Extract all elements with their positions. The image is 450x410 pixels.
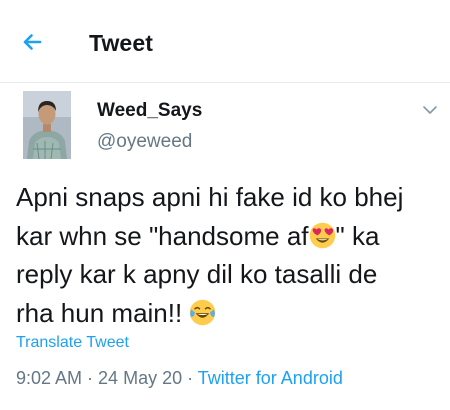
tweet-line-1: Apni snaps apni hi fake id ko bhej — [16, 182, 404, 212]
avatar[interactable] — [23, 91, 71, 159]
tweet-source-link[interactable]: Twitter for Android — [198, 368, 343, 388]
tweet-line-2-start: kar whn se "handsome af — [16, 220, 309, 251]
heart-eyes-emoji-icon — [309, 222, 335, 248]
meta-separator: · — [82, 368, 99, 388]
tweet-text: Apni snaps apni hi fake id ko bhej kar w… — [16, 178, 441, 332]
tweet-time: 9:02 AM — [16, 368, 83, 388]
tweet-line-2-end: " ka — [335, 220, 380, 251]
tweet-line-3: reply kar k apny dil ko tasalli de — [16, 259, 378, 289]
translate-tweet-link[interactable]: Translate Tweet — [16, 334, 129, 352]
author-display-name[interactable]: Weed_Says — [97, 100, 202, 122]
tweet-line-4: rha hun main!! — [16, 297, 190, 328]
tweet-detail-screen: Tweet Weed_Says @oyeweed Apni snaps apni… — [0, 0, 450, 410]
tweet-date: 24 May 20 — [98, 368, 183, 388]
back-arrow-icon[interactable] — [18, 28, 46, 56]
author-handle[interactable]: @oyeweed — [97, 131, 192, 153]
top-bar: Tweet — [0, 0, 450, 83]
tweet-metadata: 9:02 AM · 24 May 20 · Twitter for Androi… — [16, 368, 343, 389]
meta-separator: · — [182, 368, 198, 388]
page-title: Tweet — [89, 30, 153, 56]
tears-of-joy-emoji-icon — [190, 299, 216, 325]
chevron-down-icon[interactable] — [421, 101, 439, 119]
